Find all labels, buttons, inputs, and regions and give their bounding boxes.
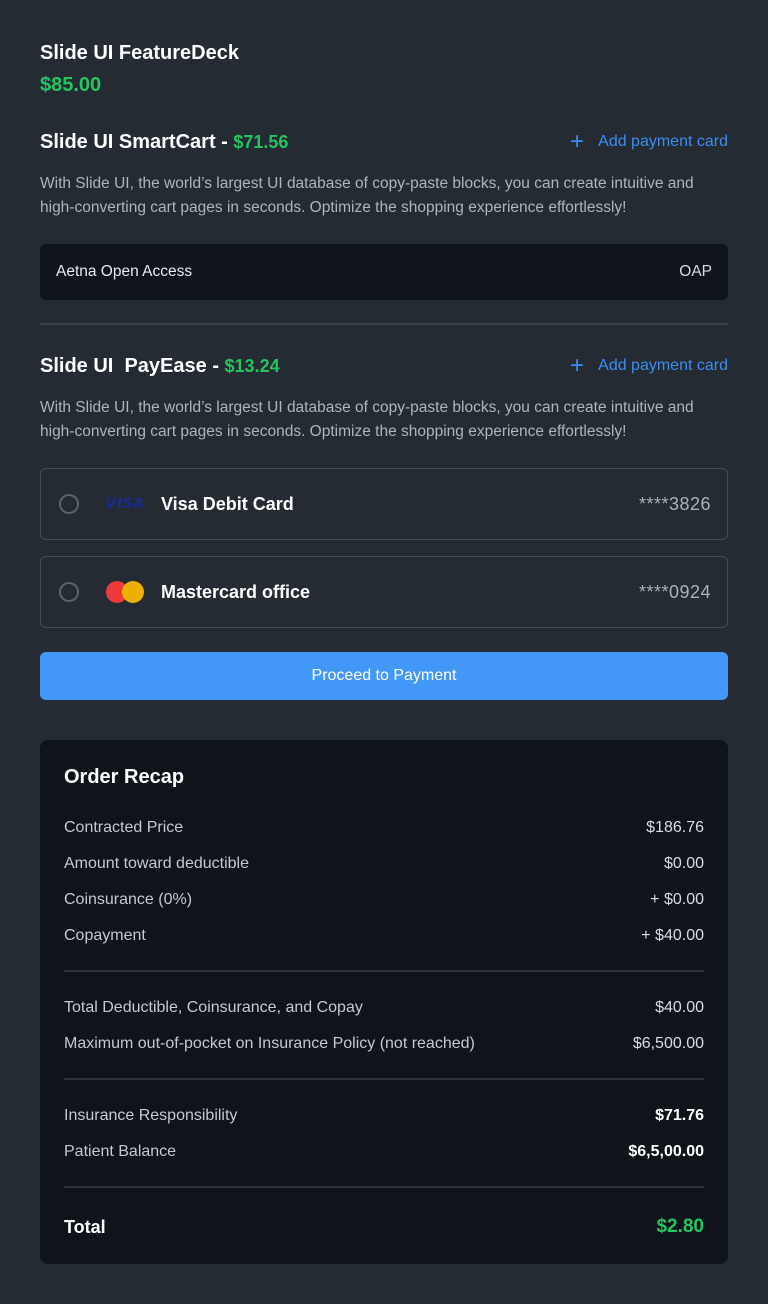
card-name: Visa Debit Card bbox=[161, 493, 294, 514]
recap-label: Copayment bbox=[64, 927, 146, 944]
recap-row: Coinsurance (0%) + $0.00 bbox=[64, 888, 704, 912]
recap-label: Amount toward deductible bbox=[64, 855, 249, 872]
card-number: ****3826 bbox=[638, 493, 711, 514]
mastercard-logo-icon bbox=[105, 580, 145, 604]
proceed-to-payment-button[interactable]: Proceed to Payment bbox=[40, 652, 728, 700]
recap-label: Patient Balance bbox=[64, 1143, 177, 1160]
card-name: Mastercard office bbox=[161, 581, 311, 602]
recap-value: $0.00 bbox=[663, 855, 704, 872]
recap-value: $71.76 bbox=[655, 1107, 704, 1124]
insurance-plan-box[interactable]: Aetna Open Access OAP bbox=[40, 244, 728, 300]
order-recap-title: Order Recap bbox=[64, 766, 185, 788]
total-value: $2.80 bbox=[656, 1216, 704, 1237]
recap-label: Insurance Responsibility bbox=[64, 1107, 238, 1124]
recap-row: Amount toward deductible $0.00 bbox=[64, 852, 704, 876]
product-title: Slide UI FeatureDeck bbox=[40, 42, 239, 64]
recap-divider bbox=[64, 970, 704, 972]
recap-label: Contracted Price bbox=[64, 819, 184, 836]
recap-value: + $0.00 bbox=[650, 891, 704, 908]
order-recap-panel: Order Recap Contracted Price $186.76 Amo… bbox=[40, 740, 728, 1264]
plus-icon: + bbox=[570, 352, 585, 379]
add-payment-card-button[interactable]: + Add payment card bbox=[570, 130, 728, 154]
recap-row: Insurance Responsibility $71.76 bbox=[64, 1104, 704, 1128]
smartcart-title: Slide UI SmartCart - $71.56 bbox=[40, 131, 288, 154]
product-price: $85.00 bbox=[40, 74, 102, 96]
recap-label: Total Deductible, Coinsurance, and Copay bbox=[64, 999, 363, 1016]
recap-label: Coinsurance (0%) bbox=[64, 891, 193, 908]
recap-row: Contracted Price $186.76 bbox=[64, 816, 704, 840]
card-radio-button[interactable] bbox=[59, 582, 79, 602]
payment-card-option-visa[interactable]: VISA Visa Debit Card ****3826 bbox=[40, 468, 728, 540]
recap-value: $6,500.00 bbox=[632, 1035, 704, 1052]
recap-row: Patient Balance $6,5,00.00 bbox=[64, 1140, 704, 1164]
payease-section-header: Slide UI PayEase - $13.24 + Add payment … bbox=[40, 352, 728, 380]
insurance-plan-name: Aetna Open Access bbox=[56, 263, 193, 280]
recap-value: $40.00 bbox=[655, 999, 704, 1016]
recap-row: Maximum out-of-pocket on Insurance Polic… bbox=[64, 1032, 704, 1056]
payment-card-option-mastercard[interactable]: Mastercard office ****0924 bbox=[40, 556, 728, 628]
smartcart-section-header: Slide UI SmartCart - $71.56 + Add paymen… bbox=[40, 128, 728, 156]
recap-label: Maximum out-of-pocket on Insurance Polic… bbox=[64, 1035, 475, 1052]
add-payment-card-label: Add payment card bbox=[598, 357, 728, 374]
add-payment-card-button[interactable]: + Add payment card bbox=[570, 354, 728, 378]
smartcart-description: With Slide UI, the world’s largest UI da… bbox=[40, 175, 694, 216]
plus-icon: + bbox=[570, 128, 585, 155]
payease-title: Slide UI PayEase - $13.24 bbox=[40, 355, 280, 378]
smartcart-price: $71.56 bbox=[233, 131, 289, 152]
total-label: Total bbox=[64, 1216, 106, 1237]
visa-logo-icon: VISA bbox=[105, 492, 145, 516]
section-divider bbox=[40, 323, 728, 325]
visa-logo-text: VISA bbox=[105, 496, 145, 512]
payease-title-text: Slide UI PayEase - bbox=[40, 354, 225, 377]
recap-row: Total Deductible, Coinsurance, and Copay… bbox=[64, 996, 704, 1020]
recap-value: $186.76 bbox=[646, 819, 704, 836]
add-payment-card-label: Add payment card bbox=[598, 133, 728, 150]
card-number: ****0924 bbox=[638, 581, 711, 602]
recap-row: Copayment + $40.00 bbox=[64, 924, 704, 948]
recap-total-row: Total $2.80 bbox=[64, 1214, 704, 1240]
recap-value: $6,5,00.00 bbox=[628, 1143, 704, 1160]
payease-price: $13.24 bbox=[224, 355, 280, 376]
insurance-plan-code: OAP bbox=[679, 263, 712, 280]
smartcart-title-text: Slide UI SmartCart - bbox=[40, 130, 234, 153]
recap-divider bbox=[64, 1186, 704, 1188]
payease-description: With Slide UI, the world’s largest UI da… bbox=[40, 399, 694, 440]
recap-divider bbox=[64, 1078, 704, 1080]
card-radio-button[interactable] bbox=[59, 494, 79, 514]
recap-value: + $40.00 bbox=[641, 927, 704, 944]
